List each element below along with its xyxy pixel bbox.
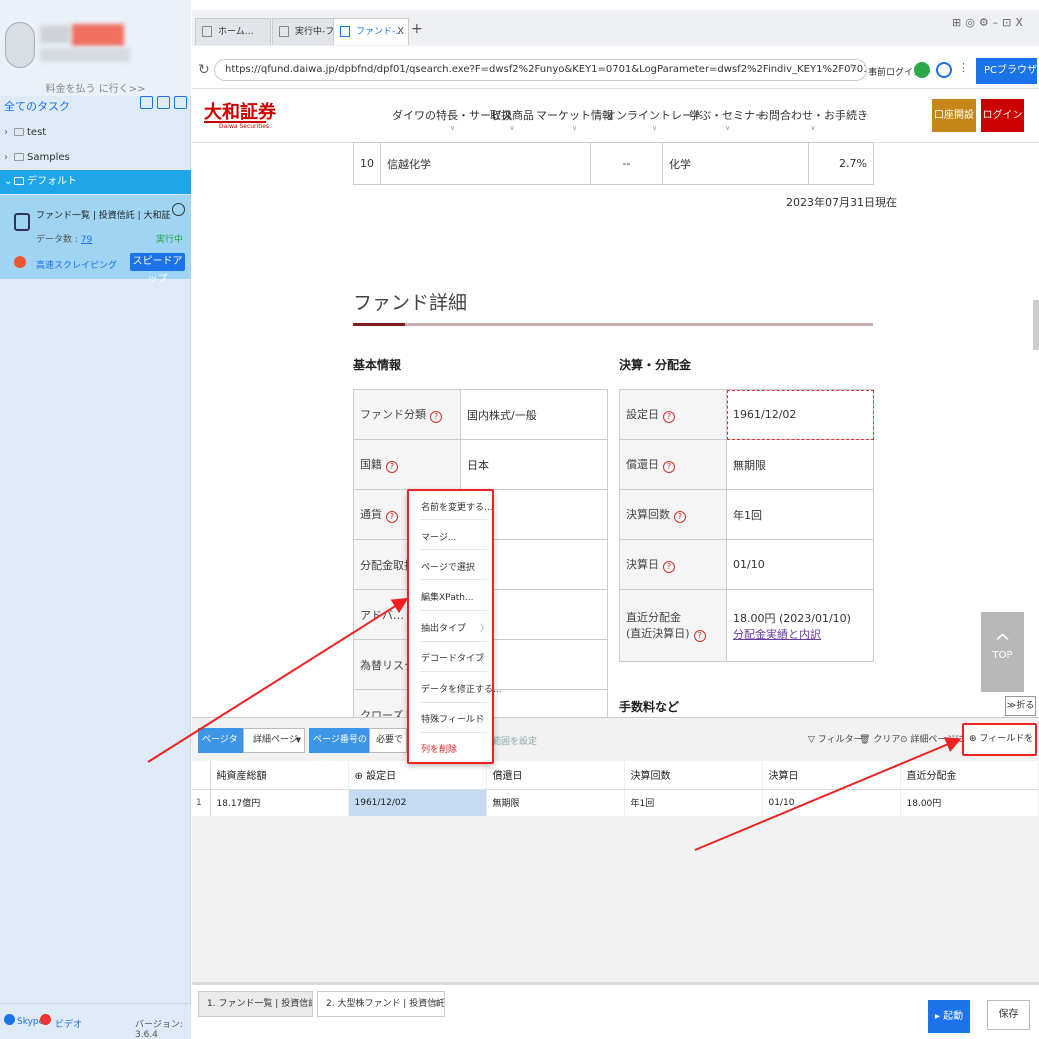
start-label: 起動 — [943, 1011, 964, 1022]
tab-label: 2. 大型株ファンド | 投資信託 | 大和… — [326, 999, 445, 1009]
arrow-to-context-menu — [147, 597, 409, 763]
save-button[interactable]: 保存 — [987, 1000, 1030, 1030]
task-tab-large-cap[interactable]: 2. 大型株ファンド | 投資信託 | 大和…⊗ — [317, 991, 445, 1017]
arrow-to-add-field — [694, 737, 962, 851]
app-window: 料金を払う に行く>> 全てのタスク › test › Samples ⌄ デフォルト… — [0, 0, 1039, 1039]
start-button[interactable]: ▸ 起動 — [928, 1000, 970, 1033]
task-tab-bar: 1. ファンド一覧 | 投資信託 | 大和証… 2. 大型株ファンド | 投資信… — [192, 982, 1039, 1039]
annotation-arrows — [147, 597, 962, 851]
close-icon[interactable]: ⊗ — [433, 992, 441, 1016]
task-tab-fund-list[interactable]: 1. ファンド一覧 | 投資信託 | 大和証… — [198, 991, 313, 1017]
